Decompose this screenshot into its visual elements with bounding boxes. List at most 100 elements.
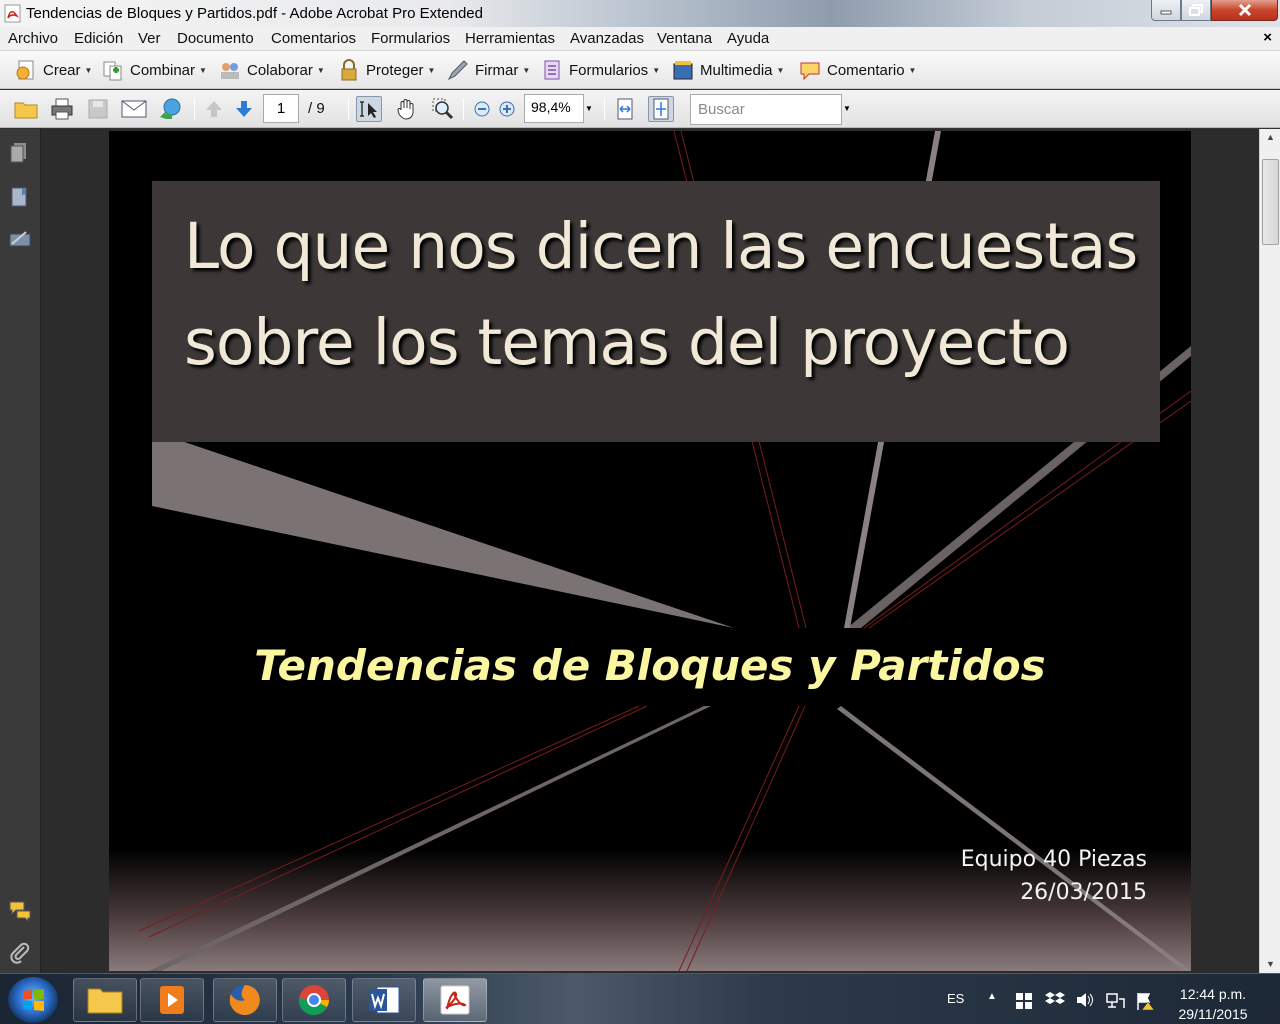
save-button[interactable] (85, 96, 111, 122)
signatures-icon[interactable] (8, 228, 32, 252)
search-input[interactable]: Buscar (690, 94, 842, 125)
comments-panel-icon[interactable] (8, 898, 32, 922)
marquee-zoom-button[interactable] (430, 96, 456, 122)
system-clock[interactable]: 12:44 p.m. 29/11/2015 (1168, 984, 1258, 1024)
next-page-button[interactable] (231, 96, 257, 122)
collaborate-icon (221, 63, 239, 79)
zoom-in-button[interactable] (494, 96, 520, 122)
zoom-level-input[interactable]: 98,4% (524, 94, 584, 123)
task-crear[interactable]: Crear ▼ (14, 57, 92, 83)
volume-icon[interactable] (1075, 991, 1095, 1009)
vertical-scrollbar[interactable]: ▲ ▼ (1259, 129, 1280, 973)
fit-page-button[interactable] (648, 96, 674, 122)
menu-bar: Archivo Edición Ver Documento Comentario… (0, 27, 1280, 51)
scrolling-mode-button[interactable] (612, 96, 638, 122)
globe-share-icon (160, 98, 181, 119)
task-firmar[interactable]: Firmar ▼ (446, 57, 530, 83)
acrobat-app-icon (4, 4, 21, 23)
language-indicator[interactable]: ES (947, 991, 964, 1006)
pen-sign-icon (447, 60, 468, 81)
multimedia-film-icon (673, 61, 693, 80)
zoom-dropdown-icon[interactable]: ▼ (585, 104, 593, 113)
task-multimedia[interactable]: Multimedia ▼ (671, 57, 784, 83)
scroll-up-icon[interactable]: ▲ (1260, 129, 1280, 146)
restore-button[interactable] (1181, 0, 1211, 21)
collaborate-online-button[interactable] (157, 96, 183, 122)
close-document-button[interactable]: × (1263, 29, 1272, 46)
combine-files-icon (103, 61, 122, 81)
menu-ver[interactable]: Ver (138, 30, 161, 47)
search-dropdown-icon[interactable]: ▼ (843, 104, 851, 113)
clock-time: 12:44 p.m. (1179, 986, 1247, 1002)
action-center-flag-icon[interactable] (1135, 991, 1157, 1011)
navigation-toolbar (0, 90, 1280, 128)
show-hidden-icons-icon[interactable]: ▲ (987, 991, 997, 1002)
task-proteger[interactable]: Proteger ▼ (337, 57, 435, 83)
attachments-paperclip-icon[interactable] (8, 940, 32, 964)
minimize-button[interactable] (1151, 0, 1181, 21)
lock-icon (341, 59, 357, 81)
select-tool-button[interactable] (356, 96, 382, 122)
task-label: Colaborar (247, 61, 313, 79)
print-button[interactable] (49, 96, 75, 122)
task-comentario[interactable]: Comentario ▼ (798, 57, 916, 83)
slide-author-block: Equipo 40 Piezas 26/03/2015 (961, 843, 1147, 909)
hand-tool-button[interactable] (393, 96, 419, 122)
page-number-input[interactable]: 1 (263, 94, 299, 123)
network-icon[interactable] (1105, 991, 1125, 1009)
dropdown-caret-icon: ▼ (652, 65, 661, 75)
task-label: Proteger (366, 61, 424, 79)
menu-ayuda[interactable]: Ayuda (727, 30, 769, 47)
menu-documento[interactable]: Documento (177, 30, 254, 47)
dropbox-icon[interactable] (1045, 991, 1065, 1009)
slide-author: Equipo 40 Piezas (960, 847, 1147, 872)
minimize-icon (1160, 10, 1172, 15)
pdf-page-slide: Lo que nos dicen las encuestas sobre los… (109, 131, 1191, 971)
taskbar-file-explorer[interactable] (73, 978, 137, 1022)
slide-date: 26/03/2015 (1020, 880, 1147, 905)
taskbar-word[interactable] (352, 978, 416, 1022)
email-button[interactable] (121, 96, 147, 122)
chrome-icon (298, 985, 329, 1016)
bookmarks-icon[interactable] (8, 185, 32, 209)
menu-archivo[interactable]: Archivo (8, 30, 58, 47)
windows-flag-tray-icon[interactable] (1015, 992, 1033, 1010)
save-disk-icon (88, 99, 108, 119)
media-player-icon (160, 986, 184, 1014)
menu-ventana[interactable]: Ventana (657, 30, 712, 47)
close-window-button[interactable] (1211, 0, 1278, 21)
hand-icon (397, 99, 414, 120)
open-button[interactable] (13, 96, 39, 122)
menu-comentarios[interactable]: Comentarios (271, 30, 356, 47)
pages-thumbnail-icon[interactable] (8, 141, 32, 165)
title-bar: Tendencias de Bloques y Partidos.pdf - A… (0, 0, 1280, 27)
page-total-label: / 9 (308, 100, 325, 117)
task-formularios[interactable]: Formularios ▼ (540, 57, 660, 83)
taskbar-chrome[interactable] (282, 978, 346, 1022)
dropdown-caret-icon: ▼ (316, 65, 325, 75)
arrow-up-icon (206, 101, 222, 117)
previous-page-button[interactable] (201, 96, 227, 122)
email-icon (121, 100, 147, 118)
menu-formularios[interactable]: Formularios (371, 30, 450, 47)
task-colaborar[interactable]: Colaborar ▼ (218, 57, 325, 83)
zoom-marquee-icon (432, 98, 454, 120)
printer-icon (51, 98, 73, 120)
dropdown-caret-icon: ▼ (522, 65, 531, 75)
start-button[interactable] (8, 977, 58, 1023)
folder-icon (87, 988, 123, 1014)
taskbar-media-player[interactable] (140, 978, 204, 1022)
menu-edicion[interactable]: Edición (74, 30, 123, 47)
zoom-out-button[interactable] (469, 96, 495, 122)
arrow-down-icon (236, 101, 252, 117)
menu-herramientas[interactable]: Herramientas (465, 30, 555, 47)
taskbar-firefox[interactable] (213, 978, 277, 1022)
scroll-down-icon[interactable]: ▼ (1260, 956, 1280, 973)
taskbar-acrobat[interactable] (423, 978, 487, 1022)
scrollbar-thumb[interactable] (1262, 159, 1279, 245)
task-combinar[interactable]: Combinar ▼ (101, 57, 207, 83)
folder-open-icon (14, 102, 38, 119)
firefox-icon (229, 985, 260, 1015)
dropdown-caret-icon: ▼ (776, 65, 785, 75)
menu-avanzadas[interactable]: Avanzadas (570, 30, 644, 47)
